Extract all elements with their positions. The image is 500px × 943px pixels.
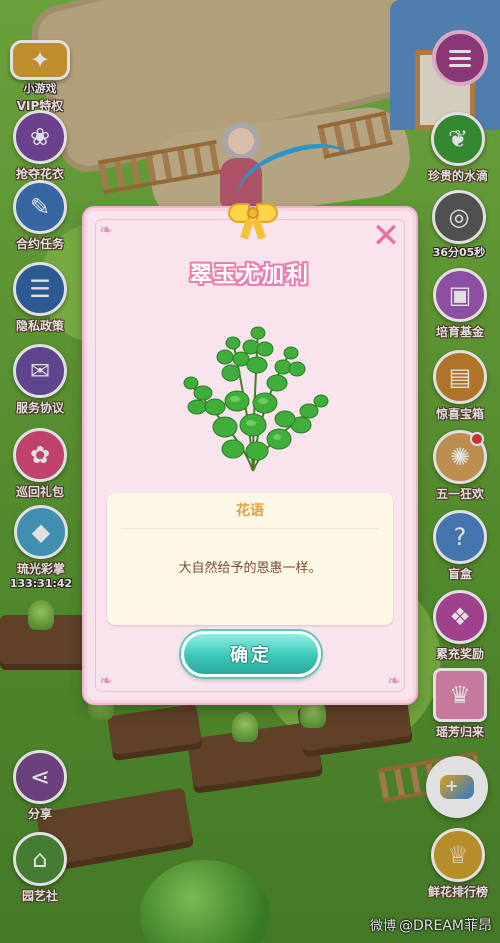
corner-ornament-icon: ❧ <box>99 671 113 690</box>
corner-ornament-icon: ❧ <box>99 220 113 239</box>
flower-language-text: 大自然给予的恩惠一样。 <box>178 561 322 576</box>
flower-language-panel: 花语 大自然给予的恩惠一样。 <box>107 493 393 625</box>
confirm-button[interactable]: 确定 <box>181 631 321 677</box>
dialog-title: 翠玉尤加利 <box>189 263 310 288</box>
eucalyptus-plant-image <box>183 326 329 472</box>
corner-ornament-icon: ❧ <box>387 671 401 690</box>
flower-language-header: 花语 <box>121 493 379 529</box>
ribbon-bow-icon <box>228 197 278 241</box>
close-x-icon[interactable]: ✕ <box>369 219 403 253</box>
flower-info-dialog: ❧ ❧ ❧ ✕ 翠玉尤加利 花语 大自然给予的恩惠一样。 确定 <box>84 203 416 703</box>
